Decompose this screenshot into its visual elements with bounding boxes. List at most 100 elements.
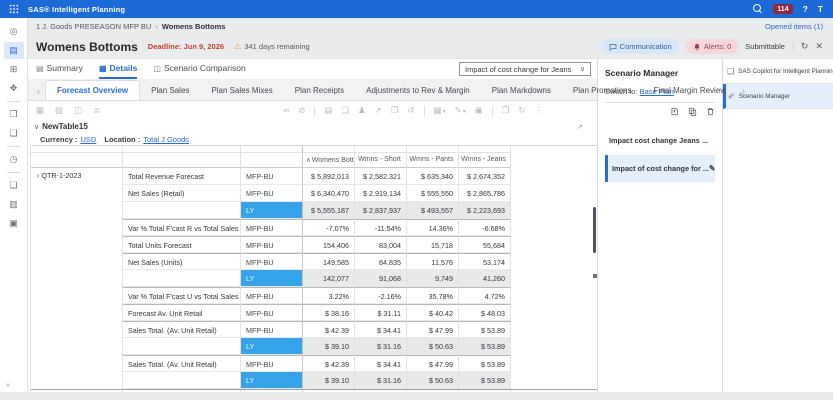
scenario-item[interactable]: Impact cost change Jeans ... bbox=[605, 130, 715, 151]
data-cell-r14-c3[interactable]: $ 194,056 bbox=[407, 390, 459, 392]
data-cell-r10-c4[interactable]: $ 53.89 bbox=[459, 321, 511, 338]
column-header-4[interactable] bbox=[459, 146, 511, 153]
data-cell-r6-c3[interactable]: 11,576 bbox=[407, 253, 459, 270]
folder-icon[interactable]: ❑ bbox=[4, 125, 24, 142]
rail-item-sas-copilot-for-intelligent-planning[interactable]: ❑SAS Copilot for Intelligent Planning bbox=[723, 59, 833, 84]
tab-summary[interactable]: ▤ Summary bbox=[36, 59, 83, 79]
data-cell-r2-c2[interactable]: $ 2,919,134 bbox=[355, 185, 407, 202]
scenario-item[interactable]: Impact of cost change for ...✎ bbox=[605, 155, 715, 182]
data-cell-r14-c4[interactable]: $ 727,496 bbox=[459, 390, 511, 392]
data-cell-r8-c4[interactable]: 4.72% bbox=[459, 287, 511, 304]
refresh-icon[interactable]: ↻ bbox=[518, 106, 525, 115]
data-cell-r11-c1[interactable]: $ 39.10 bbox=[303, 338, 355, 355]
column-header-2[interactable] bbox=[355, 146, 407, 153]
data-cell-r4-c4[interactable]: -6.68% bbox=[459, 219, 511, 236]
data-cell-r2-c1[interactable]: $ 6,340,470 bbox=[303, 185, 355, 202]
data-cell-r12-c1[interactable]: $ 42.39 bbox=[303, 355, 355, 372]
undo-icon[interactable]: ↺ bbox=[407, 106, 414, 115]
share-icon[interactable]: ✥ bbox=[4, 80, 24, 97]
alerts-button[interactable]: Alerts: 0 bbox=[686, 39, 739, 54]
subtab-final-margin-review[interactable]: Final Margin Review bbox=[643, 81, 737, 100]
subtab-plan-promotions[interactable]: Plan Promotions bbox=[562, 81, 643, 100]
data-cell-r7-c4[interactable]: 41,260 bbox=[459, 270, 511, 287]
worksheets-icon[interactable]: ▤ bbox=[4, 42, 24, 59]
help-icon[interactable]: ? bbox=[803, 4, 808, 14]
person-icon[interactable]: ♟ bbox=[358, 106, 366, 115]
data-cell-r10-c1[interactable]: $ 42.39 bbox=[303, 321, 355, 338]
save-scenario-icon[interactable] bbox=[670, 107, 679, 116]
data-cell-r9-c3[interactable]: $ 40.42 bbox=[407, 304, 459, 321]
subtab-plan-receipts[interactable]: Plan Receipts bbox=[284, 81, 355, 100]
subtab-next-icon[interactable]: › bbox=[737, 86, 750, 100]
column-header-3[interactable] bbox=[407, 146, 459, 153]
comment-icon[interactable]: ❑ bbox=[341, 106, 349, 115]
search-icon[interactable] bbox=[753, 4, 763, 14]
communication-button[interactable]: Communication bbox=[602, 39, 679, 54]
data-cell-r9-c1[interactable]: $ 38.16 bbox=[303, 304, 355, 321]
clipboard-icon[interactable]: ❒ bbox=[4, 106, 24, 123]
data-cell-r8-c2[interactable]: -2.16% bbox=[355, 287, 407, 304]
calendar-icon[interactable]: ▦ bbox=[36, 106, 44, 115]
subtab-plan-markdowns[interactable]: Plan Markdowns bbox=[481, 81, 562, 100]
location-link[interactable]: Total J Goods bbox=[143, 135, 189, 144]
data-cell-r3-c4[interactable]: $ 2,223,693 bbox=[459, 202, 511, 219]
layers-icon[interactable]: ▥ bbox=[4, 196, 24, 213]
data-cell-r6-c2[interactable]: 84,835 bbox=[355, 253, 407, 270]
delete-scenario-icon[interactable] bbox=[706, 107, 715, 116]
shield-icon[interactable]: ▣ bbox=[475, 106, 483, 115]
column-header-2[interactable]: Wmns - Short bbox=[355, 153, 407, 168]
close-icon[interactable]: ✕ bbox=[815, 41, 823, 52]
data-cell-r5-c4[interactable]: 55,684 bbox=[459, 236, 511, 253]
data-cell-r2-c3[interactable]: $ 555,550 bbox=[407, 185, 459, 202]
opened-items-link[interactable]: Opened items (1) bbox=[765, 22, 823, 31]
data-cell-r7-c1[interactable]: 142,077 bbox=[303, 270, 355, 287]
data-cell-r8-c1[interactable]: 3.22% bbox=[303, 287, 355, 304]
data-cell-r13-c1[interactable]: $ 39.10 bbox=[303, 372, 355, 389]
data-cell-r8-c3[interactable]: 35.78% bbox=[407, 287, 459, 304]
data-cell-r3-c2[interactable]: $ 2,837,937 bbox=[355, 202, 407, 219]
data-cell-r6-c1[interactable]: 149,585 bbox=[303, 253, 355, 270]
vertical-scrollbar[interactable] bbox=[593, 207, 596, 253]
data-cell-r2-c4[interactable]: $ 2,865,786 bbox=[459, 185, 511, 202]
data-cell-r7-c3[interactable]: 9,749 bbox=[407, 270, 459, 287]
data-cell-r5-c2[interactable]: 83,004 bbox=[355, 236, 407, 253]
dashboard-icon[interactable]: ⊞ bbox=[4, 61, 24, 78]
data-cell-r4-c1[interactable]: -7.07% bbox=[303, 219, 355, 236]
data-cell-r11-c3[interactable]: $ 50.63 bbox=[407, 338, 459, 355]
notes-icon[interactable]: ▤ bbox=[324, 106, 332, 115]
data-cell-r11-c2[interactable]: $ 31.16 bbox=[355, 338, 407, 355]
link-icon[interactable]: ∞ bbox=[283, 106, 289, 115]
data-cell-r7-c2[interactable]: 91,068 bbox=[355, 270, 407, 287]
home-icon[interactable]: ◎ bbox=[4, 23, 24, 40]
column-header-3[interactable]: Wmns - Pants bbox=[407, 153, 459, 168]
table-collapse-icon[interactable]: ∨ bbox=[34, 123, 39, 131]
subtab-forecast-overview[interactable]: Forecast Overview bbox=[45, 80, 140, 100]
subtab-prev-icon[interactable]: ‹ bbox=[32, 86, 45, 100]
report-icon[interactable]: ❏ bbox=[4, 177, 24, 194]
data-cell-r1-c2[interactable]: $ 2,582,321 bbox=[355, 168, 407, 185]
currency-link[interactable]: USD bbox=[81, 135, 97, 144]
edit-scenario-icon[interactable]: ✎ bbox=[709, 164, 715, 173]
sidebar-expand-icon[interactable]: » bbox=[6, 382, 10, 389]
print-icon[interactable]: ❐ bbox=[391, 106, 399, 115]
data-cell-r13-c3[interactable]: $ 50.63 bbox=[407, 372, 459, 389]
subtab-plan-sales-mixes[interactable]: Plan Sales Mixes bbox=[200, 81, 283, 100]
data-cell-r6-c4[interactable]: 53,174 bbox=[459, 253, 511, 270]
scenario-select-dropdown[interactable]: Impact of cost change for Jeans ∨ bbox=[459, 62, 591, 76]
data-cell-r10-c2[interactable]: $ 34.41 bbox=[355, 321, 407, 338]
data-cell-r4-c3[interactable]: 14.36% bbox=[407, 219, 459, 236]
data-cell-r3-c3[interactable]: $ 493,557 bbox=[407, 202, 459, 219]
list-icon[interactable]: ≣ bbox=[93, 106, 100, 115]
unlink-icon[interactable]: ⊘ bbox=[298, 106, 305, 115]
edit-options-icon[interactable]: ✎▾ bbox=[455, 106, 466, 115]
data-cell-r9-c4[interactable]: $ 48.03 bbox=[459, 304, 511, 321]
subtab-plan-sales[interactable]: Plan Sales bbox=[140, 81, 200, 100]
data-cell-r5-c3[interactable]: 15,718 bbox=[407, 236, 459, 253]
data-cell-r11-c4[interactable]: $ 53.89 bbox=[459, 338, 511, 355]
data-cell-r1-c4[interactable]: $ 2,674,352 bbox=[459, 168, 511, 185]
column-header-1[interactable] bbox=[303, 146, 355, 153]
data-cell-r4-c2[interactable]: -11.54% bbox=[355, 219, 407, 236]
data-cell-r13-c4[interactable]: $ 53.89 bbox=[459, 372, 511, 389]
avatar[interactable]: T bbox=[818, 4, 823, 14]
panel-drag-handle-icon[interactable]: ⋮ bbox=[594, 258, 597, 262]
